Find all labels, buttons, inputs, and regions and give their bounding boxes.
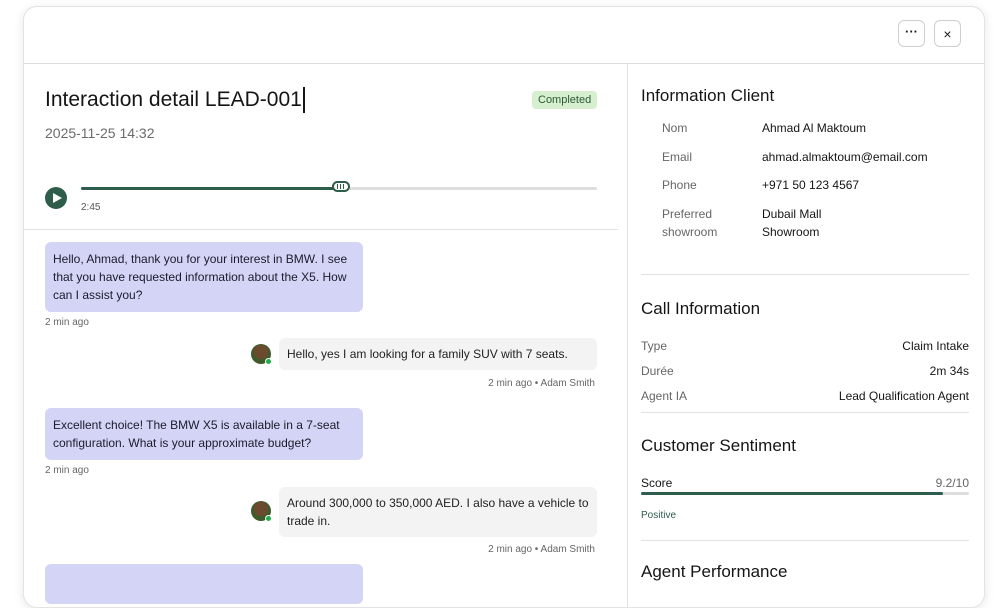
call-agent-value: Lead Qualification Agent [838, 389, 969, 403]
message-text: Excellent choice! The BMW X5 is availabl… [53, 418, 340, 450]
client-info-heading: Information Client [641, 86, 775, 105]
sentiment-label: Positive [641, 510, 677, 521]
sentiment-score-value: 9.2/10 [935, 476, 969, 490]
play-icon [52, 193, 62, 203]
audio-progress-track[interactable] [81, 181, 597, 192]
online-status-dot [265, 515, 272, 522]
message-timestamp: 2 min ago • Adam Smith [488, 544, 595, 555]
divider [641, 412, 969, 413]
call-info-heading: Call Information [641, 299, 761, 318]
agent-message: Excellent choice! The BMW X5 is availabl… [45, 408, 363, 460]
client-showroom-label: Preferred showroom [662, 207, 718, 239]
user-avatar [251, 344, 272, 365]
message-text: Hello, yes I am looking for a family SUV… [287, 347, 568, 361]
user-message: Hello, yes I am looking for a family SUV… [279, 338, 597, 370]
details-sidebar: Information Client Nom Ahmad Al Maktoum … [628, 64, 984, 607]
play-button[interactable] [45, 187, 67, 209]
client-name-label: Nom [662, 121, 688, 135]
client-name-value: Ahmad Al Maktoum [762, 121, 867, 135]
online-status-dot [265, 358, 272, 365]
audio-progress-fill [81, 187, 341, 190]
sentiment-score-label: Score [641, 476, 673, 490]
close-button[interactable]: × [934, 20, 961, 47]
message-text: Hello, Ahmad, thank you for your interes… [53, 252, 348, 302]
client-email-label: Email [662, 150, 693, 164]
call-type-value: Claim Intake [902, 339, 969, 353]
message-text: Around 300,000 to 350,000 AED. I also ha… [287, 496, 589, 528]
client-showroom-value: Dubail Mall Showroom [762, 207, 822, 239]
client-phone-label: Phone [662, 178, 697, 192]
close-icon: × [943, 25, 952, 42]
status-badge: Completed [532, 91, 598, 109]
conversation-section: Interaction detail LEAD-001 Completed 20… [24, 64, 627, 607]
call-duration-value: 2m 34s [929, 364, 969, 378]
sentiment-heading: Customer Sentiment [641, 436, 796, 455]
more-options-button[interactable]: ··· [898, 20, 925, 47]
agent-performance-heading: Agent Performance [641, 562, 788, 581]
client-email-value: ahmad.almaktoum@email.com [762, 150, 928, 164]
message-timestamp: 2 min ago [45, 317, 89, 328]
sentiment-score-fill [641, 492, 943, 495]
user-avatar [251, 501, 272, 522]
agent-message: Hello, Ahmad, thank you for your interes… [45, 242, 363, 312]
audio-scrubber-handle[interactable] [331, 181, 350, 192]
sentiment-score-bar [641, 492, 969, 495]
divider [641, 274, 969, 275]
message-timestamp: 2 min ago [45, 465, 89, 476]
call-type-label: Type [641, 339, 668, 353]
user-message: Around 300,000 to 350,000 AED. I also ha… [279, 487, 597, 537]
client-phone-value: +971 50 123 4567 [762, 178, 860, 192]
audio-current-time: 2:45 [81, 202, 101, 213]
message-timestamp: 2 min ago • Adam Smith [488, 378, 595, 389]
call-agent-label: Agent IA [641, 389, 688, 403]
divider [24, 229, 618, 230]
divider [641, 540, 969, 541]
more-icon: ··· [905, 23, 918, 39]
interaction-detail-panel: ··· × Interaction detail LEAD-001 Comple… [23, 6, 985, 608]
call-duration-label: Durée [641, 364, 674, 378]
agent-message [45, 564, 363, 604]
page-title: Interaction detail LEAD-001 [45, 87, 305, 113]
panel-header: ··· × [24, 7, 984, 64]
interaction-datetime: 2025-11-25 14:32 [45, 125, 155, 141]
